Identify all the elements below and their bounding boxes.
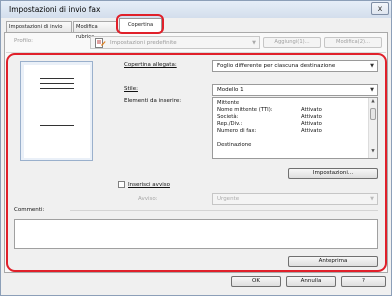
- attached-cover-select[interactable]: Foglio differente per ciascuna destinazi…: [212, 60, 378, 72]
- style-label: Stile:: [124, 86, 138, 92]
- list-item: Società: Attivato: [217, 114, 322, 120]
- attached-cover-value: Foglio differente per ciascuna destinazi…: [217, 63, 336, 69]
- close-icon[interactable]: x: [371, 2, 389, 15]
- ok-button[interactable]: OK: [231, 276, 281, 287]
- notice-value: Urgente: [217, 196, 240, 202]
- window-title: Impostazioni di invio fax: [9, 5, 101, 14]
- add-profile-button[interactable]: Aggiungi(1)...: [263, 37, 321, 48]
- items-label: Elementi da inserire:: [124, 98, 182, 104]
- title-bar: Impostazioni di invio fax x: [1, 1, 391, 18]
- divider: [70, 210, 378, 211]
- preview-line: [40, 125, 74, 126]
- help-button[interactable]: ?: [341, 276, 386, 287]
- profile-label: Profilo:: [14, 38, 33, 44]
- notice-field-label: Avviso:: [138, 196, 158, 202]
- items-listbox[interactable]: Mittente Nome mittente (TTI): Attivato So…: [212, 97, 378, 159]
- profile-file-icon: [95, 38, 106, 48]
- edit-profile-button[interactable]: Modifica(2)...: [324, 37, 382, 48]
- notice-select[interactable]: Urgente ▼: [212, 193, 378, 205]
- attached-cover-label: Copertina allegata:: [124, 62, 177, 68]
- tab-copertina[interactable]: Copertina: [119, 18, 162, 33]
- scroll-down-icon[interactable]: ▼: [369, 149, 377, 157]
- preview-line: [40, 83, 74, 84]
- tab-modifica-rubrica[interactable]: Modifica rubrica: [73, 21, 118, 40]
- profile-value: Impostazioni predefinite: [110, 40, 177, 46]
- comments-label: Commenti:: [14, 207, 45, 213]
- tab-impostazioni-invio[interactable]: Impostazioni di invio: [6, 21, 72, 32]
- style-select[interactable]: Modello 1 ▼: [212, 84, 378, 96]
- preview-line: [40, 88, 74, 89]
- scroll-up-icon[interactable]: ▲: [369, 99, 377, 107]
- list-item: Mittente: [217, 100, 240, 106]
- items-scrollbar[interactable]: ▲ ▼: [368, 98, 377, 158]
- profile-select[interactable]: Impostazioni predefinite ▼: [90, 36, 260, 49]
- notice-checkbox-label[interactable]: Inserisci avviso: [128, 182, 170, 188]
- cancel-button[interactable]: Annulla: [286, 276, 336, 287]
- preview-line: [40, 78, 74, 79]
- style-value: Modello 1: [217, 87, 244, 93]
- chevron-down-icon: ▼: [370, 63, 374, 69]
- list-item: Destinazione: [217, 142, 252, 148]
- settings-button[interactable]: Impostazioni...: [288, 168, 378, 179]
- preview-button[interactable]: Anteprima: [288, 256, 378, 267]
- chevron-down-icon: ▼: [370, 87, 374, 93]
- list-item: Rep./Div.: Attivato: [217, 121, 322, 127]
- scroll-thumb[interactable]: [370, 108, 376, 120]
- comments-textarea[interactable]: [14, 219, 378, 249]
- list-item: Nome mittente (TTI): Attivato: [217, 107, 322, 113]
- list-item: Numero di fax: Attivato: [217, 128, 322, 134]
- notice-checkbox[interactable]: [118, 181, 125, 188]
- preview-page: [24, 65, 90, 158]
- chevron-down-icon: ▼: [370, 196, 374, 202]
- chevron-down-icon: ▼: [252, 40, 256, 46]
- cover-preview: [20, 61, 93, 161]
